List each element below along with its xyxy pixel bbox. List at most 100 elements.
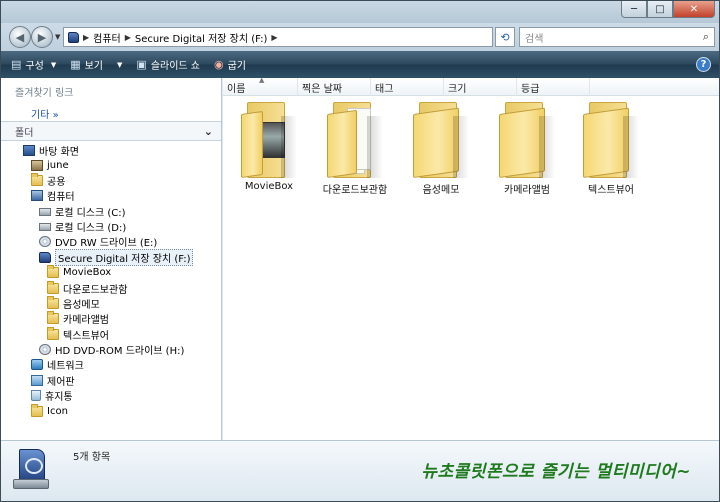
- column-header-name[interactable]: 이름 ▲: [223, 76, 298, 96]
- folder-icon: [47, 311, 59, 324]
- minimize-button[interactable]: ─: [621, 1, 647, 18]
- tree-item-text-viewer[interactable]: 텍스트뷰어: [47, 327, 109, 342]
- organize-button[interactable]: ▤ 구성 ▼: [11, 57, 56, 72]
- back-button[interactable]: ◀: [9, 26, 31, 48]
- file-item[interactable]: MovieBox: [229, 98, 309, 198]
- column-headers: 이름 ▲ 찍은 날짜 태그 크기 등급: [223, 76, 719, 96]
- refresh-icon: ⟲: [500, 30, 510, 44]
- help-icon: ?: [700, 59, 707, 70]
- views-label: 보기: [84, 61, 104, 72]
- tree-item-public[interactable]: 공용: [31, 173, 65, 188]
- control-panel-icon: [31, 375, 43, 386]
- folder-icon: [47, 327, 59, 340]
- file-name: 다운로드보관함: [322, 185, 388, 196]
- chevron-down-icon[interactable]: ⌄: [204, 125, 213, 138]
- breadcrumb-separator-icon[interactable]: ▶: [125, 33, 131, 42]
- slideshow-label: 슬라이드 쇼: [150, 61, 200, 72]
- tree-item-camera-album[interactable]: 카메라앨범: [47, 311, 109, 326]
- tree-item-local-disk-d[interactable]: 로컬 디스크 (D:): [39, 219, 126, 234]
- burn-label: 굽기: [227, 61, 247, 72]
- window-controls: ─ □ ✕: [621, 1, 715, 18]
- search-icon[interactable]: ⌕: [703, 30, 709, 44]
- folder-icon: [31, 404, 43, 417]
- tree-item-sd-card-f[interactable]: Secure Digital 저장 장치 (F:): [39, 249, 194, 266]
- desktop-icon: [23, 145, 35, 156]
- address-row: ◀ ▶ ▼ ▶ 컴퓨터 ▶ Secure Digital 저장 장치 (F:) …: [1, 23, 719, 51]
- search-input[interactable]: 검색 ⌕: [519, 27, 715, 47]
- tree-item-downloads[interactable]: 다운로드보관함: [47, 281, 127, 296]
- address-bar[interactable]: ▶ 컴퓨터 ▶ Secure Digital 저장 장치 (F:) ▶: [63, 27, 493, 47]
- help-button[interactable]: ?: [696, 57, 711, 72]
- burn-button[interactable]: ◉ 굽기: [214, 57, 246, 72]
- command-toolbar: ▤ 구성 ▼ ▦ 보기 ▼ ▣ 슬라이드 쇼 ◉ 굽기 ?: [1, 51, 719, 78]
- folder-icon: [499, 102, 555, 178]
- tree-item-network[interactable]: 네트워크: [31, 357, 84, 372]
- tree-item-moviebox[interactable]: MovieBox: [47, 265, 111, 280]
- folder-icon: [47, 296, 59, 309]
- item-count: 5개 항목: [73, 452, 111, 463]
- slideshow-button[interactable]: ▣ 슬라이드 쇼: [136, 57, 200, 72]
- sd-card-icon: [68, 31, 79, 43]
- file-item[interactable]: 텍스트뷰어: [571, 98, 651, 198]
- column-header-rating[interactable]: 등급: [517, 78, 590, 96]
- breadcrumb-separator-icon[interactable]: ▶: [271, 33, 277, 42]
- burn-disc-icon: ◉: [214, 58, 224, 71]
- forward-button[interactable]: ▶: [31, 26, 53, 48]
- folder-icon: [47, 265, 59, 278]
- maximize-icon: □: [655, 3, 665, 15]
- close-button[interactable]: ✕: [673, 1, 715, 18]
- tree-item-computer[interactable]: 컴퓨터: [31, 188, 75, 203]
- tree-item-local-disk-c[interactable]: 로컬 디스크 (C:): [39, 204, 126, 219]
- title-bar[interactable]: ─ □ ✕: [1, 1, 719, 23]
- column-header-tags[interactable]: 태그: [371, 78, 444, 96]
- tree-item-icon[interactable]: Icon: [31, 404, 68, 419]
- network-icon: [31, 359, 43, 370]
- folder-icon: [47, 281, 59, 294]
- back-arrow-icon: ◀: [15, 30, 25, 44]
- file-grid: MovieBox 다운로드보관함 음성메모 카메라앨범 텍스트뷰어: [223, 98, 719, 248]
- tree-item-recycle-bin[interactable]: 휴지통: [31, 388, 73, 403]
- favorite-links-more-link[interactable]: 기타 »: [31, 106, 59, 121]
- chevron-down-icon: ▼: [50, 60, 57, 69]
- dvd-drive-icon: [39, 344, 51, 355]
- sd-card-icon: [39, 252, 51, 263]
- close-icon: ✕: [689, 3, 699, 15]
- file-item[interactable]: 카메라앨범: [487, 98, 567, 198]
- folder-icon: [413, 102, 469, 178]
- breadcrumb-sd-card[interactable]: Secure Digital 저장 장치 (F:): [135, 30, 267, 45]
- file-list-pane[interactable]: 이름 ▲ 찍은 날짜 태그 크기 등급 MovieBox 다운로드보관함 음성메…: [223, 76, 719, 440]
- breadcrumb-separator-icon[interactable]: ▶: [83, 33, 89, 42]
- folder-icon: [583, 102, 639, 178]
- breadcrumb-computer[interactable]: 컴퓨터: [93, 30, 121, 45]
- tree-item-desktop[interactable]: 바탕 화면: [23, 143, 79, 158]
- tree-item-june[interactable]: june: [31, 158, 69, 173]
- organize-label: 구성: [25, 61, 44, 72]
- tree-item-hd-dvd-h[interactable]: HD DVD-ROM 드라이브 (H:): [39, 342, 184, 357]
- views-icon: ▦: [70, 58, 81, 71]
- slideshow-icon: ▣: [136, 58, 147, 71]
- folders-header[interactable]: 폴더 ⌄: [1, 121, 221, 141]
- slogan-text: 뉴초콜릿폰으로 즐기는 멀티미디어~: [421, 462, 691, 482]
- file-name: 음성메모: [422, 185, 460, 196]
- drive-icon: [39, 207, 51, 216]
- tree-item-dvd-rw-e[interactable]: DVD RW 드라이브 (E:): [39, 234, 157, 249]
- column-header-size[interactable]: 크기: [444, 78, 517, 96]
- tree-item-voice-memo[interactable]: 음성메모: [47, 296, 100, 311]
- folders-header-label: 폴더: [15, 127, 34, 139]
- user-folder-icon: [31, 160, 43, 171]
- history-dropdown-icon[interactable]: ▼: [55, 33, 60, 41]
- favorite-links-header: 즐겨찾기 링크: [15, 88, 74, 99]
- refresh-button[interactable]: ⟲: [495, 27, 515, 47]
- tree-item-control-panel[interactable]: 제어판: [31, 373, 75, 388]
- details-pane: 5개 항목 뉴초콜릿폰으로 즐기는 멀티미디어~: [1, 440, 719, 501]
- file-name: MovieBox: [244, 181, 294, 192]
- search-placeholder: 검색: [525, 33, 544, 45]
- navigation-pane: 즐겨찾기 링크 기타 » 폴더 ⌄ 바탕 화면 june 공용 컴퓨터 로컬 디…: [1, 78, 222, 440]
- sort-ascending-icon: ▲: [259, 76, 265, 84]
- file-item[interactable]: 음성메모: [401, 98, 481, 198]
- maximize-button[interactable]: □: [647, 1, 673, 18]
- views-button[interactable]: ▦ 보기 ▼: [70, 57, 122, 72]
- column-header-date-taken[interactable]: 찍은 날짜: [298, 78, 371, 96]
- file-item[interactable]: 다운로드보관함: [315, 98, 395, 198]
- dvd-drive-icon: [39, 236, 51, 247]
